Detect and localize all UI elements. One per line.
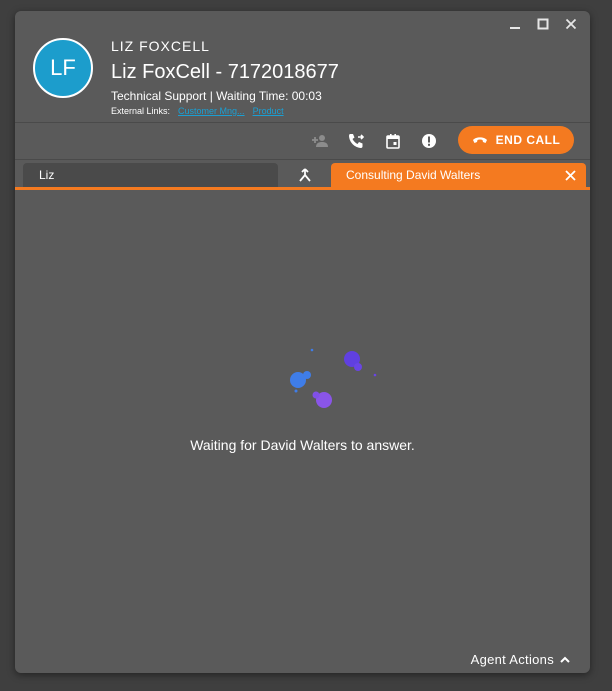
call-tabs: Liz Consulting David Walters: [15, 160, 590, 190]
link-customer-mng[interactable]: Customer Mng...: [178, 106, 245, 116]
external-links: External Links: Customer Mng... Product: [111, 106, 284, 116]
loading-spinner-icon: [285, 345, 385, 415]
caller-title: Liz FoxCell - 7172018677: [111, 61, 339, 83]
external-links-label: External Links:: [111, 106, 171, 116]
agent-actions-label: Agent Actions: [470, 652, 554, 667]
call-toolbar: END CALL: [15, 122, 590, 160]
link-product[interactable]: Product: [253, 106, 284, 116]
chevron-up-icon: [560, 656, 570, 664]
caller-meta: Technical Support | Waiting Time: 00:03: [111, 89, 322, 103]
caller-name: LIZ FOXCELL: [111, 38, 210, 54]
close-tab-icon[interactable]: [562, 167, 578, 183]
tab-liz-label: Liz: [39, 168, 55, 182]
tab-consulting-label: Consulting David Walters: [346, 168, 481, 182]
merge-calls-icon[interactable]: [295, 165, 315, 185]
consult-panel: Waiting for David Walters to answer. Age…: [15, 190, 590, 673]
call-window: LF LIZ FOXCELL Liz FoxCell - 7172018677 …: [15, 11, 590, 673]
tab-consulting[interactable]: Consulting David Walters: [331, 163, 586, 187]
avatar: LF: [33, 38, 93, 98]
alert-icon[interactable]: [419, 131, 439, 151]
calendar-icon[interactable]: [383, 131, 403, 151]
end-call-button[interactable]: END CALL: [458, 126, 574, 154]
agent-actions-button[interactable]: Agent Actions: [471, 652, 570, 667]
waiting-message: Waiting for David Walters to answer.: [190, 437, 415, 453]
hangup-phone-icon: [472, 135, 488, 145]
caller-header: LF LIZ FOXCELL Liz FoxCell - 7172018677 …: [15, 11, 590, 122]
end-call-label: END CALL: [495, 133, 561, 147]
transfer-call-icon[interactable]: [346, 131, 366, 151]
tab-liz[interactable]: Liz: [23, 163, 278, 187]
add-participant-icon[interactable]: [310, 131, 330, 151]
